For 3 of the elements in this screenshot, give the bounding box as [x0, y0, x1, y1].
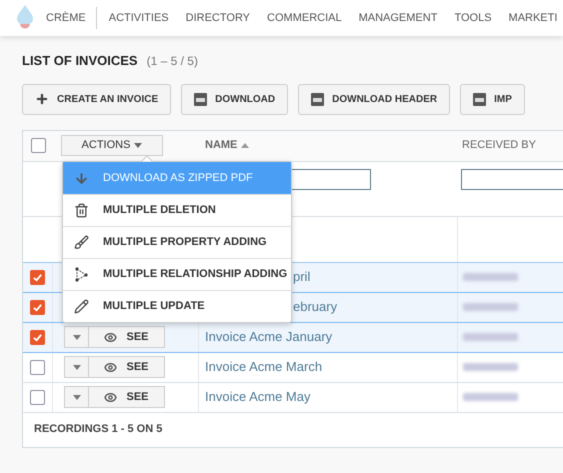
pagination-summary: RECORDINGS 1 - 5 ON 5: [34, 422, 162, 438]
page-title: LIST OF INVOICES: [22, 52, 138, 70]
record-count: (1 – 5 / 5): [146, 53, 198, 70]
